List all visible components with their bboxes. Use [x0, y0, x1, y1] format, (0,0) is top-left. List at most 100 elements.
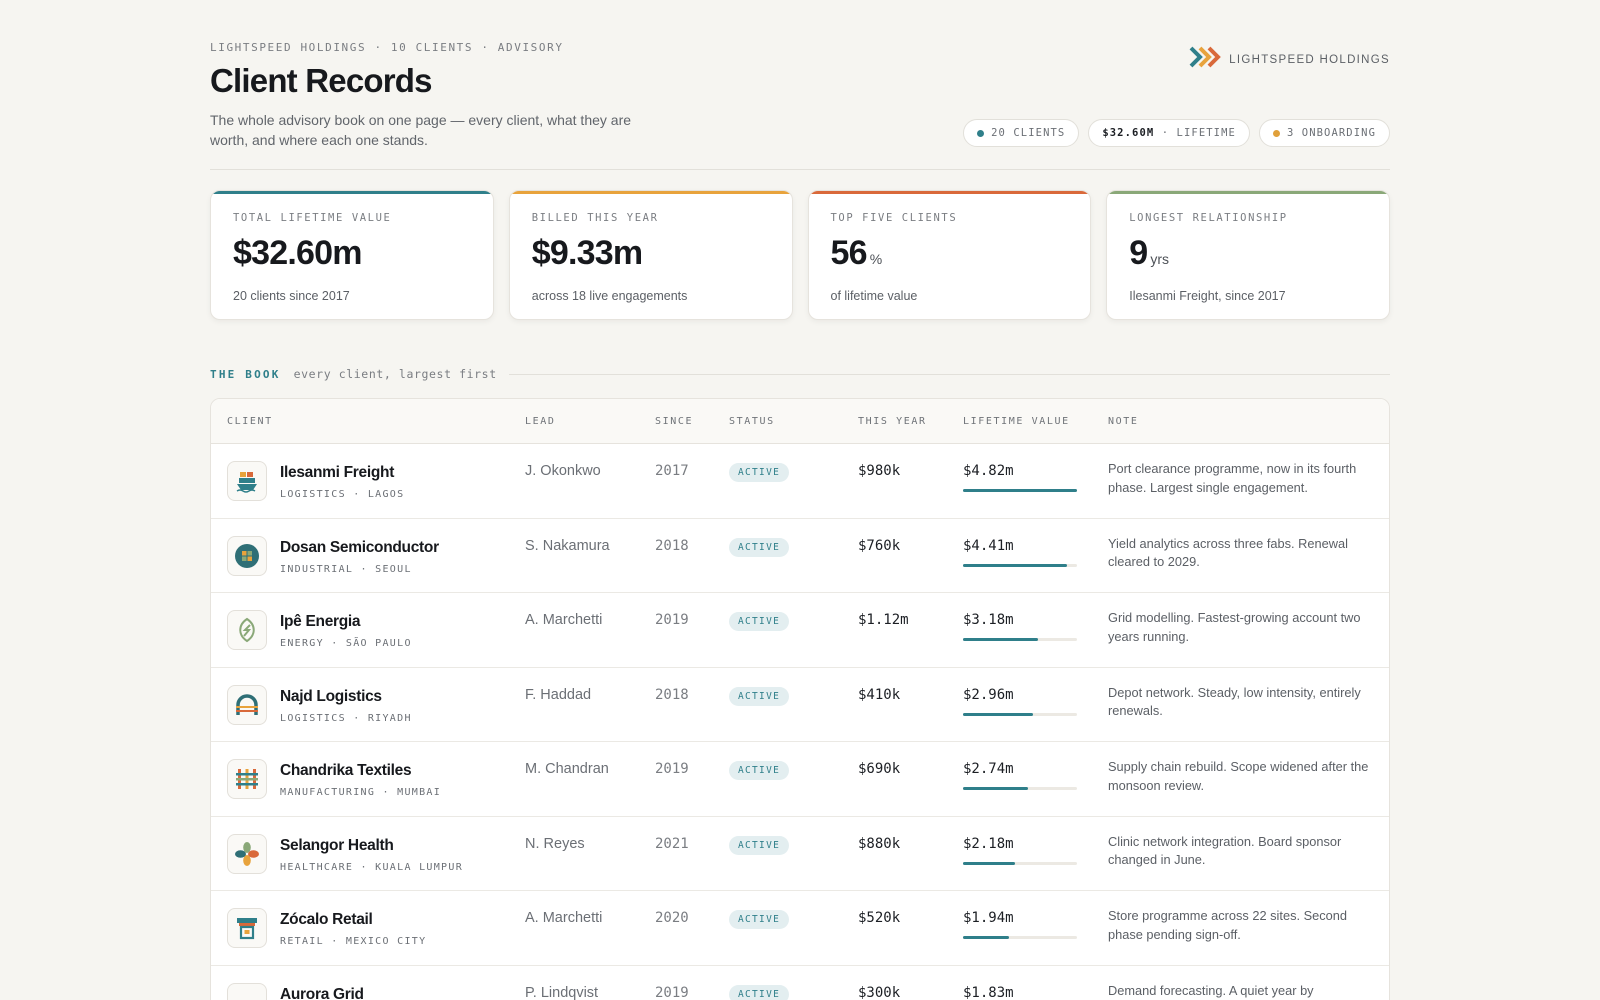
this-year-cell: $300k — [858, 984, 901, 1000]
lifetime-value: $4.82m — [963, 463, 1014, 479]
lifetime-bar-track — [963, 563, 1077, 567]
stat-number: $9.33m — [531, 234, 643, 272]
stat-value: 56% — [831, 233, 1069, 279]
stat-label: TOTAL LIFETIME VALUE — [233, 212, 392, 224]
page-subtitle: The whole advisory book on one page — ev… — [210, 112, 632, 148]
status-badge: ACTIVE — [729, 612, 790, 631]
client-meta: LOGISTICS · LAGOS — [280, 489, 405, 500]
eyebrow: LIGHTSPEED HOLDINGS · 10 CLIENTS · ADVIS… — [210, 41, 564, 54]
since-cell: 2018 — [655, 686, 689, 703]
since-cell: 2017 — [655, 463, 689, 479]
column-header-lifetime-value[interactable]: LIFETIME VALUE — [963, 416, 1070, 427]
note-cell: Supply chain rebuild. Scope widened afte… — [1108, 759, 1369, 793]
client-cell: Ilesanmi Freight LOGISTICS · LAGOS — [227, 461, 404, 501]
this-year-cell: $520k — [858, 910, 901, 926]
stat-note: 20 clients since 2017 — [233, 289, 350, 303]
lead-cell: P. Lindqvist — [525, 984, 599, 1000]
stat-label: LONGEST RELATIONSHIP — [1129, 212, 1288, 224]
this-year-cell: $690k — [858, 761, 901, 777]
lead-cell: S. Nakamura — [525, 537, 610, 554]
lifetime-bar-track — [963, 489, 1077, 492]
lead-cell: A. Marchetti — [525, 612, 603, 628]
table-row[interactable]: Zócalo Retail RETAIL · MEXICO CITY A. Marc… — [211, 891, 1389, 966]
client-name[interactable]: Ilesanmi Freight — [280, 464, 404, 482]
stat-number: 56 — [830, 234, 868, 272]
stat-accent-bar — [808, 191, 1091, 194]
rainbow-icon — [227, 982, 267, 1000]
lifetime-value: $1.83m — [963, 984, 1014, 1000]
table-row[interactable]: Dosan Semiconductor INDUSTRIAL · SEOUL S. … — [211, 519, 1389, 593]
stat-accent-bar — [509, 191, 792, 194]
table-row[interactable]: Chandrika Textiles MANUFACTURING · MUMBAI… — [211, 742, 1389, 817]
table-row[interactable]: Aurora Grid P. Lindqvist 2019 ACTIVE $300k $1… — [211, 966, 1389, 1000]
lifetime-bar-fill — [963, 787, 1028, 790]
stat-note: across 18 live engagements — [531, 289, 688, 303]
lifetime-value: $2.18m — [963, 835, 1014, 852]
client-meta: MANUFACTURING · MUMBAI — [280, 787, 442, 798]
cross-icon — [227, 833, 267, 874]
note-cell: Depot network. Steady, low intensity, en… — [1108, 684, 1361, 719]
column-header-this-year[interactable]: THIS YEAR — [858, 416, 927, 427]
lifetime-bar-fill — [963, 936, 1009, 939]
lifetime-cell: $1.83m — [963, 985, 1077, 1000]
status-badge: ACTIVE — [729, 910, 790, 929]
column-header-since[interactable]: SINCE — [655, 416, 693, 427]
this-year-cell: $880k — [858, 835, 901, 852]
storefront-icon — [227, 908, 267, 948]
section-divider — [508, 373, 1390, 375]
pill-clients-text: 20 CLIENTS — [991, 127, 1066, 139]
stat-label: TOP FIVE CLIENTS — [830, 212, 958, 224]
lifetime-cell: $2.18m — [963, 836, 1077, 865]
pill-lifetime[interactable]: $32.60M · LIFETIME — [1088, 119, 1250, 147]
lifetime-bar-track — [963, 861, 1077, 865]
client-meta: LOGISTICS · RIYADH — [280, 712, 412, 724]
weave-icon — [227, 759, 267, 799]
column-header-client[interactable]: CLIENT — [227, 416, 273, 427]
client-meta: HEALTHCARE · KUALA LUMPUR — [280, 861, 464, 873]
lifetime-bar-fill — [963, 861, 1015, 865]
client-cell: Aurora Grid — [227, 982, 364, 1000]
leaf-icon — [227, 610, 267, 650]
table-row[interactable]: Najd Logistics LOGISTICS · RIYADH F. Hadda… — [211, 668, 1389, 742]
table-header: CLIENT LEAD SINCE STATUS THIS YEAR LIFET… — [211, 399, 1389, 444]
client-name[interactable]: Chandrika Textiles — [280, 762, 441, 780]
section-title: THE BOOK — [210, 367, 281, 381]
note-cell: Store programme across 22 sites. Second … — [1108, 908, 1347, 942]
stat-value: $32.60m — [233, 233, 471, 279]
table-row[interactable]: Ipê Energia ENERGY · SÃO PAULO A. Marchett… — [211, 593, 1389, 668]
client-table: CLIENT LEAD SINCE STATUS THIS YEAR LIFET… — [210, 398, 1390, 1000]
client-name[interactable]: Zócalo Retail — [280, 911, 426, 929]
lifetime-bar-fill — [963, 712, 1033, 716]
brand-name: LIGHTSPEED HOLDINGS — [1229, 53, 1390, 66]
ship-icon — [227, 461, 267, 501]
client-meta: ENERGY · SÃO PAULO — [280, 638, 412, 649]
lifetime-bar-track — [963, 787, 1077, 790]
column-header-status[interactable]: STATUS — [729, 416, 775, 427]
table-row[interactable]: Ilesanmi Freight LOGISTICS · LAGOS J. Okon… — [211, 444, 1389, 519]
section-header: THE BOOK every client, largest first — [210, 367, 1390, 381]
client-cell: Ipê Energia ENERGY · SÃO PAULO — [227, 610, 412, 650]
lifetime-value: $4.41m — [963, 537, 1014, 554]
client-name[interactable]: Ipê Energia — [280, 613, 412, 631]
chevron-logo-icon — [1189, 46, 1222, 73]
since-cell: 2020 — [655, 910, 689, 926]
table-row[interactable]: Selangor Health HEALTHCARE · KUALA LUMPUR… — [211, 817, 1389, 891]
lifetime-bar-fill — [963, 638, 1039, 641]
client-name[interactable]: Selangor Health — [280, 837, 463, 855]
pill-lifetime-value: $32.60M — [1102, 127, 1155, 139]
pill-onboarding[interactable]: 3 ONBOARDING — [1258, 119, 1390, 147]
brand[interactable]: LIGHTSPEED HOLDINGS — [1189, 46, 1390, 73]
stat-number: 9 — [1129, 234, 1148, 272]
pill-clients[interactable]: 20 CLIENTS — [963, 119, 1080, 147]
client-name[interactable]: Dosan Semiconductor — [280, 539, 439, 557]
this-year-cell: $1.12m — [858, 612, 909, 628]
since-cell: 2019 — [655, 612, 689, 628]
client-cell: Selangor Health HEALTHCARE · KUALA LUMPUR — [227, 833, 464, 874]
note-cell: Clinic network integration. Board sponso… — [1108, 833, 1342, 868]
client-name[interactable]: Aurora Grid — [280, 986, 364, 1000]
stat-card: TOP FIVE CLIENTS 56% of lifetime value — [807, 190, 1092, 320]
client-name[interactable]: Najd Logistics — [280, 688, 412, 706]
column-header-note[interactable]: NOTE — [1108, 416, 1138, 427]
lifetime-cell: $3.18m — [963, 612, 1077, 641]
column-header-lead[interactable]: LEAD — [525, 416, 555, 427]
